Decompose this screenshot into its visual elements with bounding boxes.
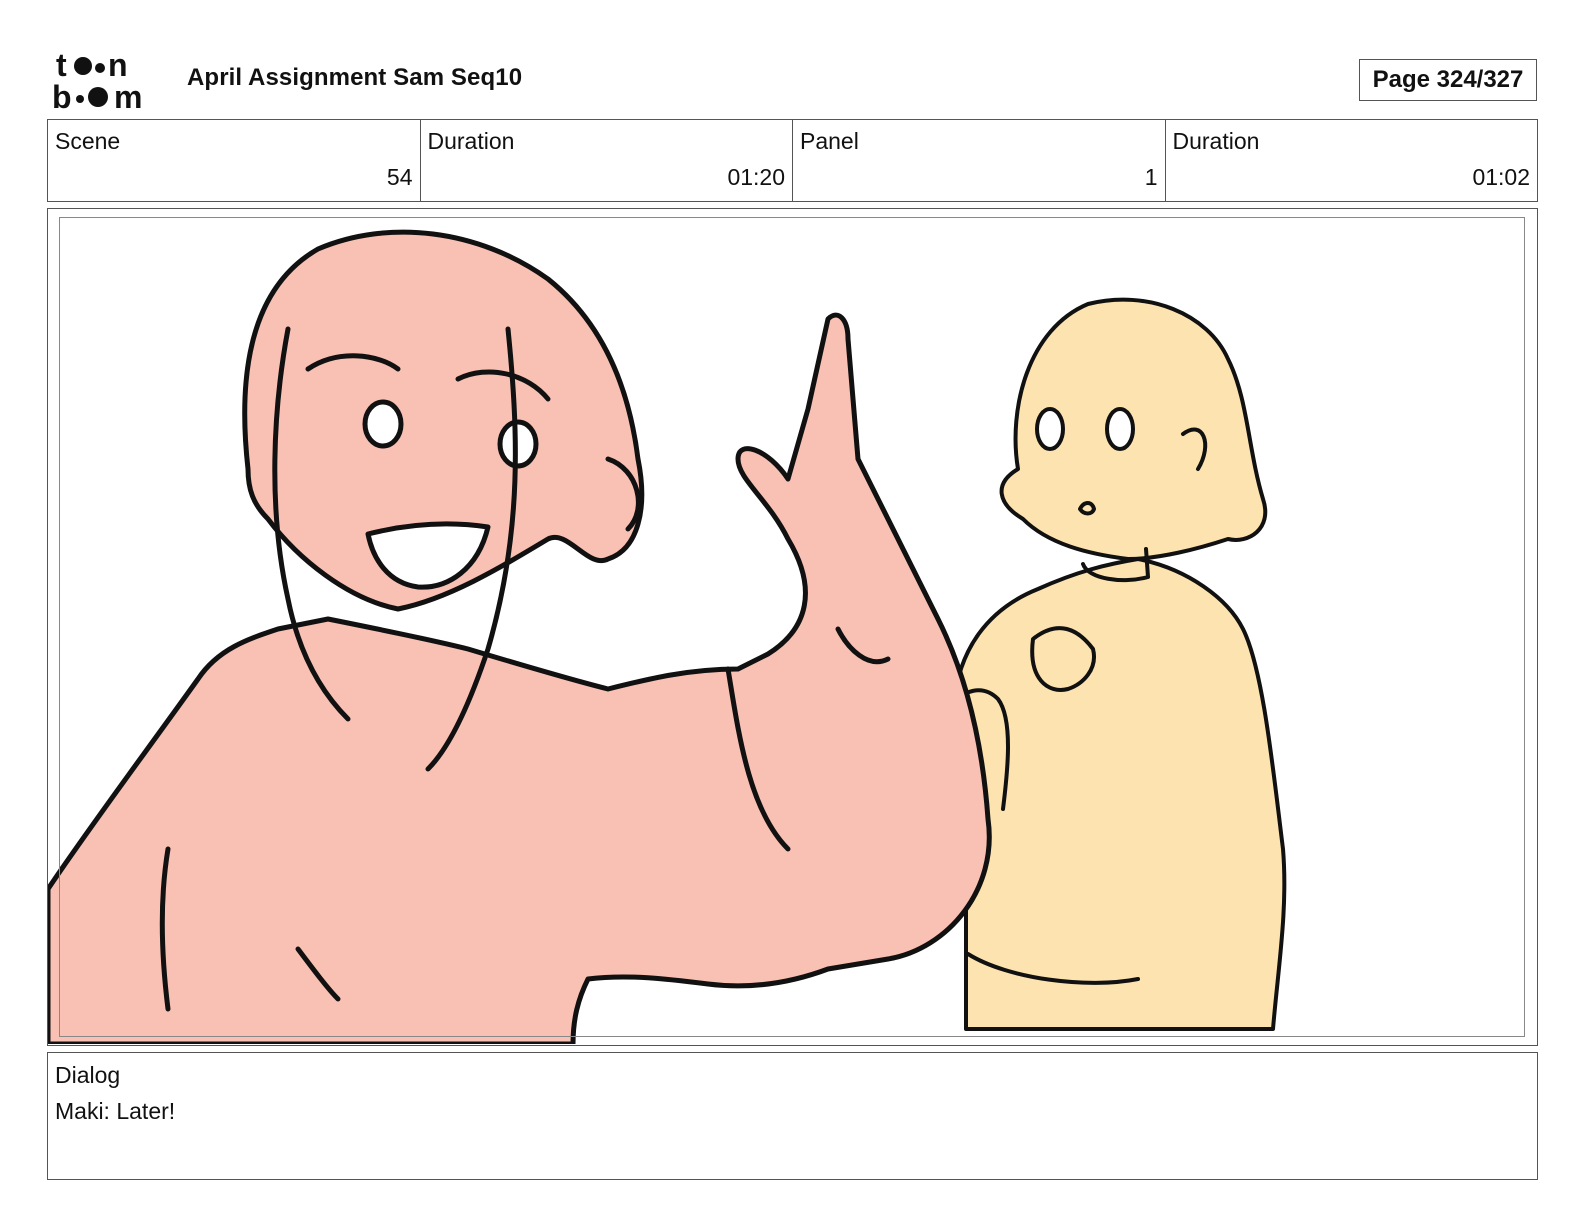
- svg-text:b: b: [52, 79, 72, 112]
- panel-label: Panel: [800, 128, 859, 154]
- scene-cell: Scene 54: [48, 120, 421, 201]
- panel-value: 1: [1144, 164, 1158, 190]
- panel-cell: Panel 1: [793, 120, 1166, 201]
- page-number: Page 324/327: [1359, 59, 1537, 101]
- toon-boom-logo: t n b m: [52, 50, 142, 112]
- svg-text:m: m: [114, 79, 142, 112]
- scene-info-table: Scene 54 Duration 01:20 Panel 1 Duration…: [47, 119, 1538, 202]
- panel-duration-label: Duration: [1172, 128, 1260, 154]
- document-title: April Assignment Sam Seq10: [187, 64, 523, 91]
- scene-duration-label: Duration: [427, 128, 515, 154]
- panel-safe-area: [59, 217, 1525, 1037]
- panel-duration-cell: Duration 01:02: [1166, 120, 1538, 201]
- storyboard-panel: [47, 208, 1538, 1046]
- scene-value: 54: [386, 164, 413, 190]
- dialog-text: Maki: Later!: [55, 1098, 176, 1124]
- panel-duration-value: 01:02: [1472, 164, 1530, 190]
- dialog-label: Dialog: [55, 1062, 121, 1088]
- scene-duration-value: 01:20: [727, 164, 785, 190]
- scene-label: Scene: [55, 128, 121, 154]
- scene-duration-cell: Duration 01:20: [421, 120, 793, 201]
- dialog-box: Dialog Maki: Later!: [47, 1052, 1538, 1180]
